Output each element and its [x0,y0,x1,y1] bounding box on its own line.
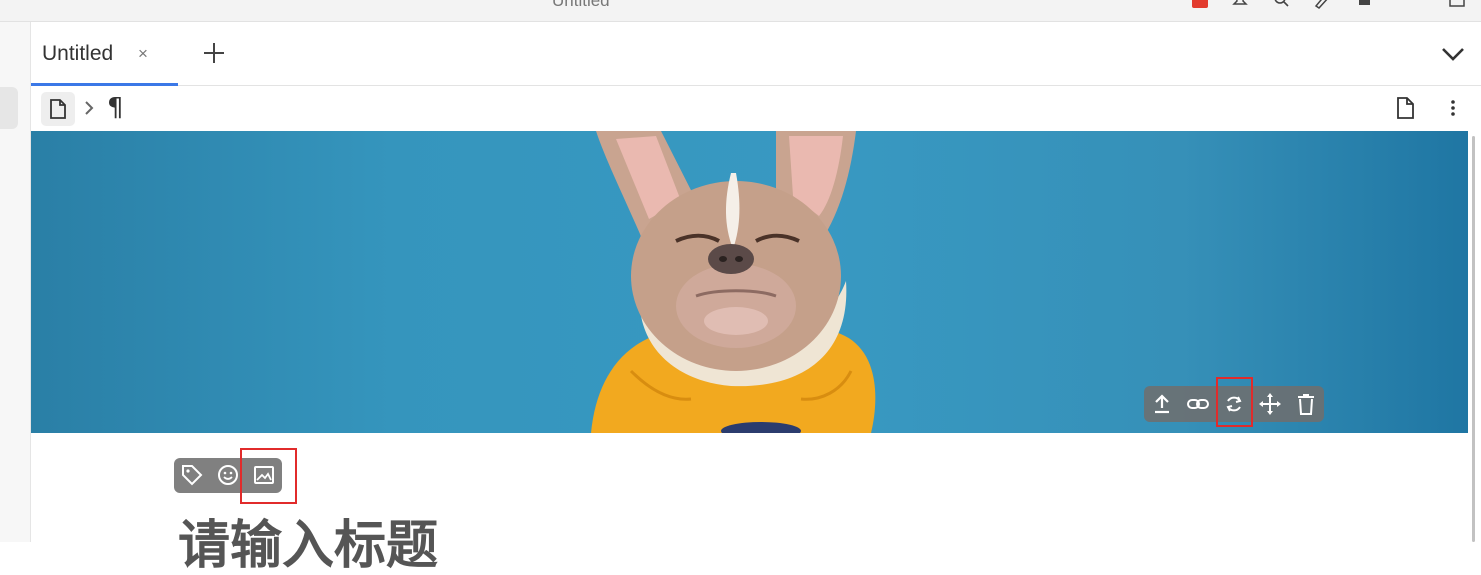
highlight-box-image [240,448,297,504]
breadcrumb: ¶ [31,86,1481,131]
sidebar-toggle-button[interactable] [0,87,18,129]
move-icon[interactable] [1258,392,1282,416]
pin-icon[interactable] [1231,0,1249,10]
paragraph-block-indicator[interactable]: ¶ [107,93,124,123]
page-icon[interactable] [1395,97,1415,119]
document-icon [50,99,66,119]
tab-untitled[interactable]: Untitled × [31,22,178,86]
extension-icon[interactable] [1356,0,1374,10]
tab-close-button[interactable]: × [138,44,148,64]
editor-scrollbar[interactable] [1472,136,1475,542]
tag-icon[interactable] [180,463,204,487]
record-icon[interactable] [1191,0,1209,10]
edit-icon[interactable] [1313,0,1331,10]
document-title-placeholder[interactable]: 请输入标题 [178,520,438,572]
new-tab-plus-icon[interactable] [202,41,226,65]
tab-label: Untitled [42,42,114,65]
window-title: Untitled [552,0,610,10]
chevron-right-icon [85,101,94,115]
tab-bar: Untitled × [31,22,1481,86]
window-titlebar: Untitled [0,0,1481,22]
window-restore-icon[interactable] [1448,0,1466,10]
upload-icon[interactable] [1150,392,1174,416]
chevron-down-icon[interactable] [1440,42,1466,66]
document-button[interactable] [41,92,75,126]
highlight-box-refresh [1216,377,1253,427]
search-icon[interactable] [1272,0,1290,10]
link-icon[interactable] [1186,392,1210,416]
left-sidebar-rail [0,22,31,542]
delete-icon[interactable] [1294,392,1318,416]
more-vertical-icon[interactable] [1449,98,1457,118]
emoji-icon[interactable] [216,463,240,487]
